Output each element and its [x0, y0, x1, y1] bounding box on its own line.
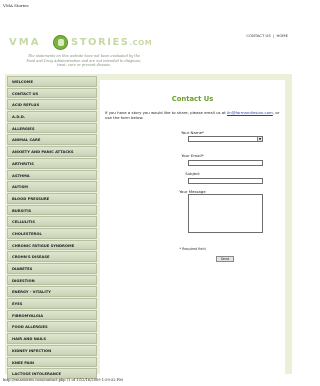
sidebar-item-anxiety[interactable]: ANXIETY AND PANIC ATTACKS — [7, 146, 97, 157]
logo-text-left: VMA — [9, 37, 41, 48]
contact-us-link[interactable]: CONTACT US — [246, 33, 270, 38]
sidebar-nav: WELCOME CONTACT US ACID REFLUX A.D.D. AL… — [7, 76, 97, 380]
subject-input[interactable] — [189, 179, 262, 183]
sidebar-item-cholesterol[interactable]: CHOLESTEROL — [7, 227, 97, 239]
sidebar-item-acid-reflux[interactable]: ACID REFLUX — [7, 99, 97, 111]
sidebar-item-fibromyalgia[interactable]: FIBROMYALGIA — [7, 309, 97, 321]
subject-label: Subject — [185, 171, 200, 176]
logo-suffix: .COM — [129, 39, 153, 47]
page: VMA STORIES.COM The statements on this w… — [5, 14, 292, 379]
fda-disclaimer: The statements on this website have not … — [26, 54, 142, 68]
message-textarea[interactable] — [188, 194, 263, 233]
sidebar-item-autism[interactable]: AUTISM — [7, 181, 97, 192]
sidebar-item-knee-pain[interactable]: KNEE PAIN — [7, 356, 97, 368]
sidebar-item-allergies[interactable]: ALLERGIES — [7, 122, 97, 134]
main-content: Contact Us If you have a story you would… — [100, 80, 285, 374]
intro-text: If you have a story you would like to sh… — [105, 110, 285, 120]
sidebar-item-digestion[interactable]: DIGESTION — [7, 274, 97, 286]
sidebar-item-animal-care[interactable]: ANIMAL CARE — [7, 134, 97, 146]
site-header: VMA STORIES.COM The statements on this w… — [5, 14, 292, 74]
logo-emblem-icon — [53, 35, 68, 50]
home-link[interactable]: HOME — [276, 33, 288, 38]
sidebar-item-add[interactable]: A.D.D. — [7, 111, 97, 122]
sidebar-item-contact-us[interactable]: CONTACT US — [7, 87, 97, 99]
sidebar-item-food-allergies[interactable]: FOOD ALLERGIES — [7, 321, 97, 333]
email-label: Your Email* — [181, 153, 204, 158]
sidebar-item-asthma[interactable]: ASTHMA — [7, 169, 97, 181]
autofill-dropdown-icon[interactable]: ▼ — [257, 137, 262, 141]
sidebar-item-energy[interactable]: ENERGY - VITALITY — [7, 286, 97, 298]
sidebar-item-welcome[interactable]: WELCOME — [7, 76, 97, 87]
name-field[interactable]: ▼ — [188, 136, 263, 142]
sidebar-item-kidney-infection[interactable]: KIDNEY INFECTION — [7, 344, 97, 356]
sidebar-item-diabetes[interactable]: DIABETES — [7, 263, 97, 274]
sidebar-item-crohns[interactable]: CROHN'S DISEASE — [7, 251, 97, 262]
top-links: CONTACT US | HOME — [246, 33, 288, 38]
sidebar-item-eyes[interactable]: EYES — [7, 298, 97, 309]
subject-field[interactable] — [188, 178, 263, 184]
site-logo[interactable]: VMA STORIES.COM — [9, 35, 152, 53]
send-button[interactable]: Send — [216, 256, 234, 262]
print-footer-url: http://vmastories.com/contact.php (1 of … — [3, 378, 123, 382]
logo-text-right: STORIES.COM — [71, 37, 153, 48]
sidebar-item-bursitis[interactable]: BURSITIS — [7, 204, 97, 216]
email-link[interactable]: lin@farmandlesion.com — [227, 110, 273, 115]
print-header-title: VMA Stories — [3, 3, 29, 8]
email-field[interactable] — [188, 160, 263, 166]
sidebar-item-cellulitis[interactable]: CELLULITIS — [7, 216, 97, 227]
required-note: * Required field — [179, 247, 206, 251]
sidebar-item-blood-pressure[interactable]: BLOOD PRESSURE — [7, 192, 97, 204]
link-separator: | — [272, 33, 275, 38]
page-title: Contact Us — [171, 95, 214, 103]
name-label: Your Name* — [181, 130, 204, 135]
name-input[interactable] — [189, 137, 262, 141]
sidebar-item-arthritis[interactable]: ARTHRITIS — [7, 157, 97, 169]
email-input[interactable] — [189, 161, 262, 165]
sidebar-item-hair-nails[interactable]: HAIR AND NAILS — [7, 333, 97, 344]
sidebar-item-chronic-fatigue[interactable]: CHRONIC FATIGUE SYNDROME — [7, 239, 97, 251]
